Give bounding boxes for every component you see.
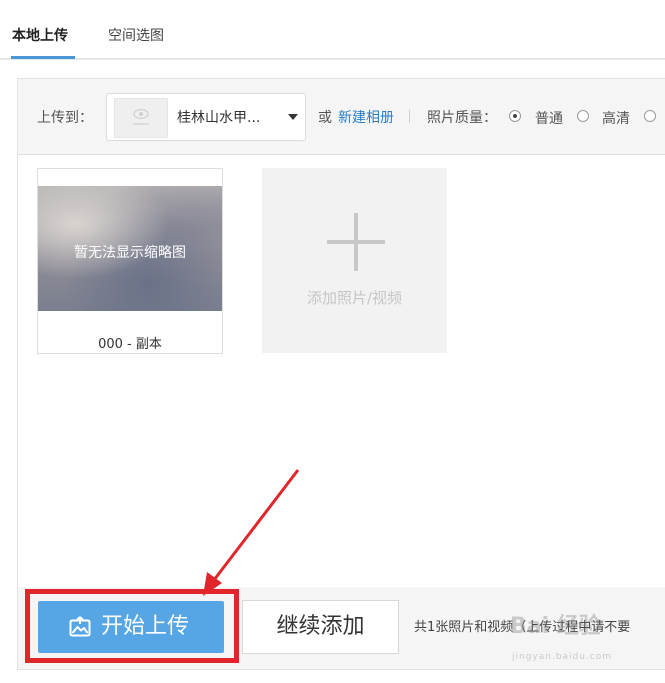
red-arrow [203,469,300,596]
